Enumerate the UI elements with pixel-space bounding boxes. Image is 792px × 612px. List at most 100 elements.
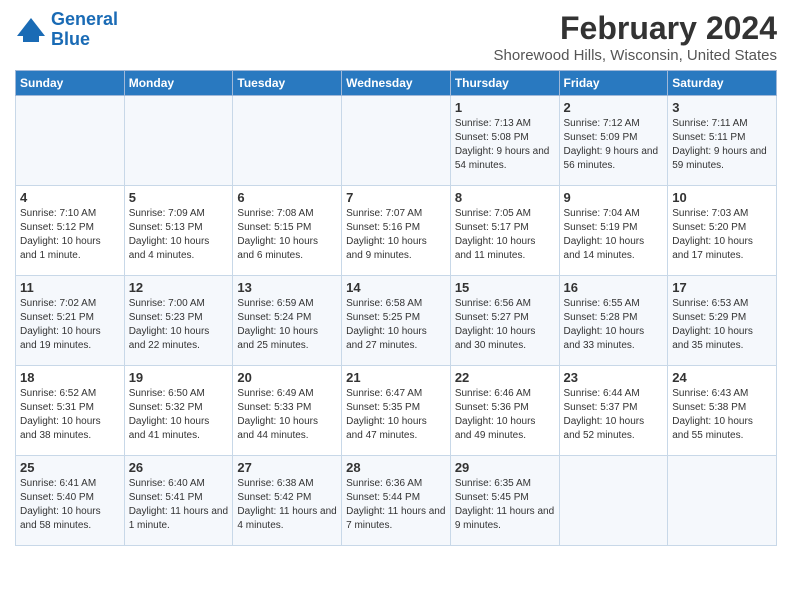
day-info: Sunrise: 7:07 AMSunset: 5:16 PMDaylight:… — [346, 207, 446, 263]
calendar-cell — [16, 96, 125, 186]
calendar-cell: 8 Sunrise: 7:05 AMSunset: 5:17 PMDaylight… — [450, 186, 559, 276]
title-area: February 2024 Shorewood Hills, Wisconsin… — [494, 10, 777, 64]
day-info-line: Daylight: 10 hours and 47 minutes. — [346, 416, 427, 441]
calendar-cell: 14Sunrise: 6:58 AMSunset: 5:25 PMDayligh… — [342, 276, 451, 366]
calendar-header-row: SundayMondayTuesdayWednesdayThursdayFrid… — [16, 71, 777, 96]
day-number: 12 — [129, 280, 229, 295]
column-header-saturday: Saturday — [668, 71, 777, 96]
day-number: 3 — [672, 100, 772, 115]
day-info-line: Sunrise: 7:08 AM — [237, 208, 313, 219]
calendar-cell — [668, 456, 777, 546]
day-number: 1 — [455, 100, 555, 115]
day-number: 14 — [346, 280, 446, 295]
day-number: 4 — [20, 190, 120, 205]
day-info-line: Daylight: 10 hours and 14 minutes. — [564, 236, 645, 261]
day-info-line: Sunrise: 7:02 AM — [20, 298, 96, 309]
calendar-cell: 10Sunrise: 7:03 AMSunset: 5:20 PMDayligh… — [668, 186, 777, 276]
logo-line2: Blue — [51, 29, 90, 49]
page-header: General Blue February 2024 Shorewood Hil… — [15, 10, 777, 64]
calendar-cell: 17Sunrise: 6:53 AMSunset: 5:29 PMDayligh… — [668, 276, 777, 366]
day-info-line: Sunset: 5:08 PM — [455, 132, 529, 143]
day-info: Sunrise: 7:00 AMSunset: 5:23 PMDaylight:… — [129, 297, 229, 353]
day-info-line: Sunrise: 6:46 AM — [455, 388, 531, 399]
day-info: Sunrise: 6:43 AMSunset: 5:38 PMDaylight:… — [672, 387, 772, 443]
day-number: 16 — [564, 280, 664, 295]
day-info: Sunrise: 6:40 AMSunset: 5:41 PMDaylight:… — [129, 477, 229, 533]
day-info-line: Sunset: 5:24 PM — [237, 312, 311, 323]
day-info-line: Daylight: 11 hours and 9 minutes. — [455, 506, 554, 531]
calendar-week-row: 1Sunrise: 7:13 AMSunset: 5:08 PMDaylight… — [16, 96, 777, 186]
day-info-line: Daylight: 10 hours and 25 minutes. — [237, 326, 318, 351]
day-info-line: Sunrise: 6:59 AM — [237, 298, 313, 309]
day-number: 10 — [672, 190, 772, 205]
day-info-line: Daylight: 10 hours and 1 minute. — [20, 236, 101, 261]
day-info-line: Daylight: 10 hours and 22 minutes. — [129, 326, 210, 351]
day-info-line: Sunset: 5:17 PM — [455, 222, 529, 233]
day-info: Sunrise: 7:02 AMSunset: 5:21 PMDaylight:… — [20, 297, 120, 353]
page-subtitle: Shorewood Hills, Wisconsin, United State… — [494, 47, 777, 64]
day-info: Sunrise: 7:08 AMSunset: 5:15 PMDaylight:… — [237, 207, 337, 263]
logo-text: General Blue — [51, 10, 118, 50]
calendar-cell: 24Sunrise: 6:43 AMSunset: 5:38 PMDayligh… — [668, 366, 777, 456]
day-info: Sunrise: 6:35 AMSunset: 5:45 PMDaylight:… — [455, 477, 555, 533]
day-number: 8 — [455, 190, 555, 205]
calendar-cell: 4Sunrise: 7:10 AMSunset: 5:12 PMDaylight… — [16, 186, 125, 276]
day-info-line: Daylight: 10 hours and 17 minutes. — [672, 236, 753, 261]
day-info-line: Daylight: 11 hours and 4 minutes. — [237, 506, 336, 531]
day-info: Sunrise: 6:44 AMSunset: 5:37 PMDaylight:… — [564, 387, 664, 443]
day-info-line: Sunrise: 7:13 AM — [455, 118, 531, 129]
day-info-line: Sunset: 5:19 PM — [564, 222, 638, 233]
calendar-cell: 2Sunrise: 7:12 AMSunset: 5:09 PMDaylight… — [559, 96, 668, 186]
day-info-line: Sunset: 5:11 PM — [672, 132, 745, 143]
day-info-line: Sunset: 5:38 PM — [672, 402, 746, 413]
day-info-line: Sunset: 5:25 PM — [346, 312, 420, 323]
day-number: 26 — [129, 460, 229, 475]
day-info: Sunrise: 6:41 AM Sunset: 5:40 PM Daylight:… — [20, 477, 120, 533]
day-number: 5 — [129, 190, 229, 205]
day-info-line: Sunrise: 6:49 AM — [237, 388, 313, 399]
day-info: Sunrise: 6:59 AM Sunset: 5:24 PM Daylight:… — [237, 297, 337, 353]
calendar-cell: 20Sunrise: 6:49 AMSunset: 5:33 PMDayligh… — [233, 366, 342, 456]
day-info-line: Daylight: 10 hours and 52 minutes. — [564, 416, 645, 441]
day-info: Sunrise: 6:47 AM Sunset: 5:35 PM Daylight:… — [346, 387, 446, 443]
day-number: 22 — [455, 370, 555, 385]
day-info-line: Sunset: 5:21 PM — [20, 312, 94, 323]
day-number: 9 — [564, 190, 664, 205]
day-info: Sunrise: 7:11 AMSunset: 5:11 PMDaylight:… — [672, 117, 772, 173]
day-info: Sunrise: 6:50 AMSunset: 5:32 PMDaylight:… — [129, 387, 229, 443]
day-info-line: Sunset: 5:28 PM — [564, 312, 638, 323]
day-info-line: Daylight: 10 hours and 35 minutes. — [672, 326, 753, 351]
day-info-line: Sunset: 5:40 PM — [20, 492, 94, 503]
day-info-line: Daylight: 10 hours and 41 minutes. — [129, 416, 210, 441]
day-info-line: Sunset: 5:31 PM — [20, 402, 94, 413]
day-number: 21 — [346, 370, 446, 385]
day-info-line: Sunrise: 7:12 AM — [564, 118, 640, 129]
calendar-week-row: 11Sunrise: 7:02 AMSunset: 5:21 PMDayligh… — [16, 276, 777, 366]
day-number: 25 — [20, 460, 120, 475]
logo-icon — [15, 16, 47, 44]
day-info: Sunrise: 6:53 AMSunset: 5:29 PMDaylight:… — [672, 297, 772, 353]
day-info: Sunrise: 6:46 AMSunset: 5:36 PMDaylight:… — [455, 387, 555, 443]
day-info-line: Sunset: 5:32 PM — [129, 402, 203, 413]
day-info-line: Sunset: 5:20 PM — [672, 222, 746, 233]
day-info: Sunrise: 6:49 AMSunset: 5:33 PMDaylight:… — [237, 387, 337, 443]
day-info-line: Sunset: 5:09 PM — [564, 132, 638, 143]
day-info-line: Sunset: 5:35 PM — [346, 402, 420, 413]
day-info: Sunrise: 7:05 AMSunset: 5:17 PMDaylight:… — [455, 207, 555, 263]
day-info-line: Sunrise: 6:41 AM — [20, 478, 96, 489]
day-info-line: Sunrise: 7:09 AM — [129, 208, 205, 219]
day-info-line: Daylight: 10 hours and 58 minutes. — [20, 506, 101, 531]
day-info-line: Daylight: 10 hours and 49 minutes. — [455, 416, 536, 441]
day-info-line: Sunset: 5:45 PM — [455, 492, 529, 503]
day-info-line: Sunrise: 6:44 AM — [564, 388, 640, 399]
day-info-line: Daylight: 10 hours and 6 minutes. — [237, 236, 318, 261]
day-info-line: Sunrise: 6:47 AM — [346, 388, 422, 399]
logo: General Blue — [15, 10, 118, 50]
column-header-monday: Monday — [124, 71, 233, 96]
calendar-cell: 29Sunrise: 6:35 AMSunset: 5:45 PMDayligh… — [450, 456, 559, 546]
calendar-cell: 11Sunrise: 7:02 AMSunset: 5:21 PMDayligh… — [16, 276, 125, 366]
calendar-cell: 7Sunrise: 7:07 AMSunset: 5:16 PMDaylight… — [342, 186, 451, 276]
calendar-cell — [559, 456, 668, 546]
calendar-cell: 19Sunrise: 6:50 AMSunset: 5:32 PMDayligh… — [124, 366, 233, 456]
column-header-wednesday: Wednesday — [342, 71, 451, 96]
